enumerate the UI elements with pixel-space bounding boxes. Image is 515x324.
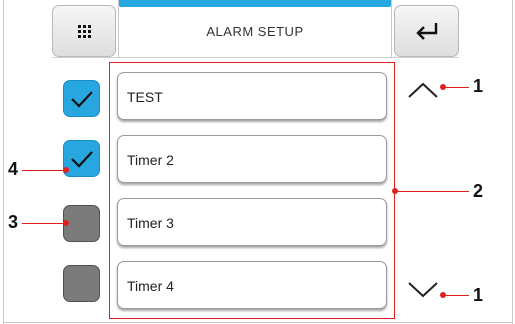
alarm-setup-screen: ALARM SETUP TEST Timer 2 Timer 3 Timer 4…: [0, 0, 515, 324]
alarm-item-label: Timer 4: [127, 278, 174, 294]
callout-line-list: [395, 191, 469, 192]
callout-dot-checkbox-off: [63, 220, 69, 226]
checkmark-icon: [71, 91, 93, 108]
header-accent-bar: [119, 0, 391, 7]
alarm-item-label: Timer 2: [127, 152, 174, 168]
chevron-down-icon[interactable]: [406, 280, 440, 300]
callout-3-checkbox: 3: [8, 212, 19, 232]
alarm-item-1[interactable]: TEST: [117, 72, 387, 120]
header-divider: [52, 57, 459, 58]
header-title-area: ALARM SETUP: [118, 0, 392, 57]
alarm-checkbox-1[interactable]: [63, 80, 100, 117]
checkmark-icon: [71, 151, 93, 168]
back-button[interactable]: [394, 5, 459, 57]
callout-4-checkbox: 4: [8, 159, 19, 179]
grid-menu-icon: [77, 24, 91, 38]
callout-line-up: [443, 87, 469, 88]
callout-2-list: 2: [473, 181, 484, 201]
alarm-item-label: Timer 3: [127, 215, 174, 231]
callout-line-checkbox-off: [22, 223, 66, 224]
callout-1-down: 1: [473, 285, 484, 305]
menu-button[interactable]: [52, 5, 116, 57]
alarm-item-2[interactable]: Timer 2: [117, 135, 387, 183]
alarm-item-label: TEST: [127, 89, 163, 105]
frame-bottom-line: [3, 322, 513, 323]
return-arrow-icon: [415, 23, 437, 40]
callout-line-checkbox-on: [22, 170, 66, 171]
alarm-item-4[interactable]: Timer 4: [117, 261, 387, 309]
page-title: ALARM SETUP: [206, 24, 304, 39]
frame-right-line: [512, 0, 513, 324]
callout-line-down: [443, 295, 469, 296]
callout-dot-checkbox-on: [63, 167, 69, 173]
callout-1-up: 1: [473, 76, 484, 96]
alarm-checkbox-4[interactable]: [63, 265, 100, 302]
chevron-up-icon[interactable]: [406, 80, 440, 100]
alarm-item-3[interactable]: Timer 3: [117, 198, 387, 246]
frame-left-line: [3, 0, 4, 324]
